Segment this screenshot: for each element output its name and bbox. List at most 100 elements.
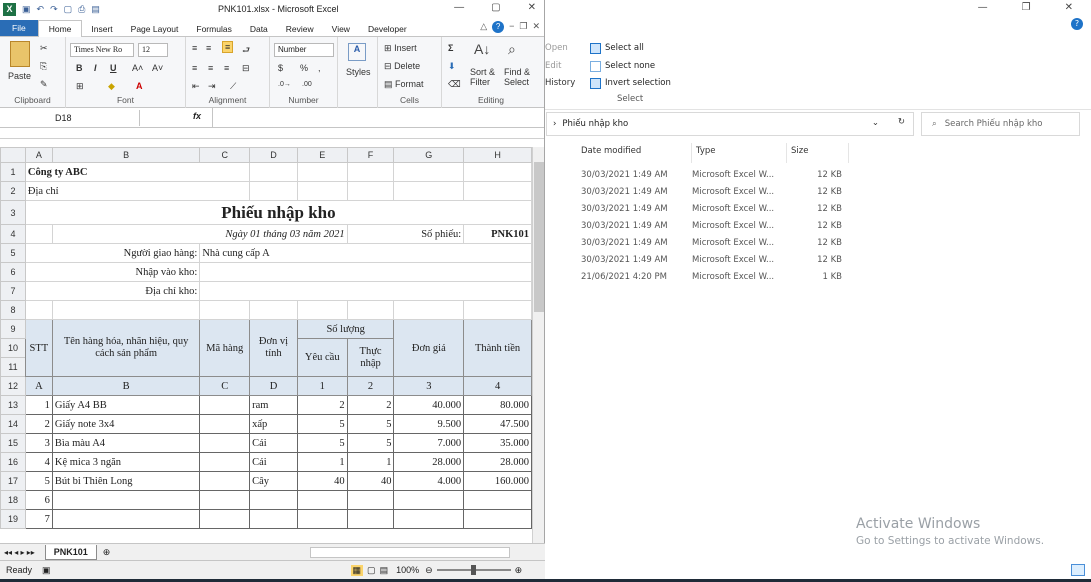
cell-ten[interactable]: Bìa màu A4 [51, 433, 201, 453]
file-row[interactable]: 30/03/2021 1:49 AM Microsoft Excel W... 12… [577, 251, 844, 268]
deliverer-label-cell[interactable]: Người giao hàng: [24, 243, 201, 263]
cell-stt[interactable]: 2 [24, 414, 53, 434]
cell-tn[interactable]: 5 [346, 433, 395, 453]
cell-tn[interactable] [346, 490, 395, 510]
cell-item-code[interactable] [199, 490, 251, 510]
refresh-icon[interactable]: ↻ [898, 117, 905, 127]
column-index-cell[interactable]: A [24, 376, 53, 396]
column-type[interactable]: Type [692, 143, 787, 163]
column-header[interactable]: D [249, 147, 298, 163]
number-format-select[interactable]: Number [274, 43, 334, 57]
horizontal-scrollbar[interactable] [310, 546, 511, 558]
cell-yc[interactable]: 5 [296, 433, 348, 453]
tab-formulas[interactable]: Formulas [187, 22, 240, 36]
cell-gia[interactable]: 28.000 [393, 452, 465, 472]
bold-button[interactable]: B [76, 63, 83, 73]
copy-icon[interactable]: ⎘ [40, 61, 47, 72]
tab-review[interactable]: Review [277, 22, 323, 36]
row-header[interactable]: 6 [0, 262, 26, 282]
align-top-icon[interactable]: ≡ [192, 43, 197, 53]
warehouse-address-value-cell[interactable] [199, 281, 532, 301]
format-cells-button[interactable]: ▤ Format [384, 79, 424, 90]
page-layout-view-icon[interactable]: ▢ [367, 565, 376, 576]
row-header[interactable]: 1 [0, 162, 26, 182]
cell-stt[interactable]: 3 [24, 433, 53, 453]
increase-decimal-icon[interactable]: .0→ [278, 81, 291, 88]
column-header[interactable]: B [51, 147, 201, 163]
cell-item-code[interactable] [199, 414, 251, 434]
currency-icon[interactable]: $ [278, 63, 283, 73]
zoom-in-icon[interactable]: ⊕ [515, 565, 523, 576]
row-header[interactable]: 10 [0, 338, 26, 358]
shrink-font-icon[interactable]: A˅ [152, 63, 163, 73]
row-header[interactable]: 11 [0, 357, 26, 377]
cell-item-code[interactable] [199, 452, 251, 472]
cell-tien[interactable] [463, 490, 532, 510]
search-input[interactable]: ⌕ Search Phiếu nhập kho [921, 112, 1080, 136]
cell-tn[interactable]: 1 [346, 452, 395, 472]
row-header[interactable]: 7 [0, 281, 26, 301]
new-sheet-icon[interactable]: ⊕ [103, 547, 111, 558]
header-unit-price[interactable]: Đơn giá [393, 319, 465, 377]
cell-tien[interactable]: 47.500 [463, 414, 532, 434]
select-none-button[interactable]: Select none [590, 58, 671, 76]
column-index-cell[interactable]: 3 [393, 376, 465, 396]
select-all-corner[interactable] [0, 147, 26, 163]
row-header[interactable]: 16 [0, 452, 26, 472]
tab-file[interactable]: File [0, 20, 38, 36]
underline-button[interactable]: U [110, 63, 117, 73]
paste-icon[interactable] [10, 41, 30, 67]
header-received[interactable]: Thực nhập [346, 338, 395, 377]
ribbon-minimize-icon[interactable]: △ [480, 21, 487, 33]
zoom-slider[interactable] [436, 565, 511, 575]
open-button[interactable]: Open [545, 40, 575, 58]
align-right-icon[interactable]: ≡ [224, 63, 229, 73]
close-icon[interactable]: ✕ [1065, 2, 1073, 13]
insert-function-icon[interactable]: fx [193, 111, 201, 121]
close-icon[interactable]: ✕ [528, 2, 536, 13]
macro-record-icon[interactable]: ▣ [42, 565, 51, 576]
styles-icon[interactable]: A [348, 43, 366, 61]
document-title-cell[interactable]: Phiếu nhập kho [24, 200, 532, 225]
tab-home[interactable]: Home [37, 20, 83, 37]
border-icon[interactable]: ⊞ [76, 81, 84, 92]
cell-dvt[interactable]: Cây [249, 471, 298, 491]
open-icon[interactable]: ▤ [91, 4, 100, 15]
align-middle-icon[interactable]: ≡ [206, 43, 211, 53]
cell-item-code[interactable] [199, 471, 251, 491]
delete-cells-button[interactable]: ⊟ Delete [384, 61, 420, 72]
cell-stt[interactable]: 5 [24, 471, 53, 491]
cell-gia[interactable] [393, 490, 465, 510]
chevron-down-icon[interactable]: ⌄ [872, 118, 879, 128]
tab-page-layout[interactable]: Page Layout [122, 22, 188, 36]
grow-font-icon[interactable]: A˄ [132, 63, 143, 73]
insert-cells-button[interactable]: ⊞ Insert [384, 43, 417, 54]
cell-yc[interactable]: 1 [296, 452, 348, 472]
column-index-cell[interactable]: D [249, 376, 298, 396]
orientation-icon[interactable]: ⟋ [230, 81, 236, 92]
column-header[interactable]: C [199, 147, 251, 163]
history-button[interactable]: History [545, 75, 575, 93]
warehouse-value-cell[interactable] [199, 262, 532, 282]
row-header[interactable]: 14 [0, 414, 26, 434]
file-row[interactable]: 30/03/2021 1:49 AM Microsoft Excel W... 12… [577, 200, 844, 217]
voucher-label-cell[interactable]: Số phiếu: [346, 224, 465, 244]
row-header[interactable]: 17 [0, 471, 26, 491]
cell-stt[interactable]: 4 [24, 452, 53, 472]
cell-gia[interactable]: 40.000 [393, 395, 465, 415]
tab-developer[interactable]: Developer [359, 22, 416, 36]
cell-ten[interactable] [51, 490, 201, 510]
align-bottom-icon[interactable]: ≡ [222, 41, 234, 53]
cell-tien[interactable]: 28.000 [463, 452, 532, 472]
scroll-thumb[interactable] [534, 162, 544, 312]
cell-dvt[interactable]: xấp [249, 414, 298, 434]
save-icon[interactable]: ▣ [22, 4, 31, 15]
decrease-decimal-icon[interactable]: .00 [302, 81, 312, 88]
cell-item-code[interactable] [199, 509, 251, 529]
header-product-name[interactable]: Tên hàng hóa, nhãn hiệu, quy cách sản ph… [51, 319, 201, 377]
minimize-icon[interactable]: — [454, 2, 464, 13]
column-index-cell[interactable]: C [199, 376, 251, 396]
normal-view-icon[interactable]: ▦ [350, 564, 364, 576]
tab-insert[interactable]: Insert [82, 22, 121, 36]
cell-yc[interactable] [296, 509, 348, 529]
